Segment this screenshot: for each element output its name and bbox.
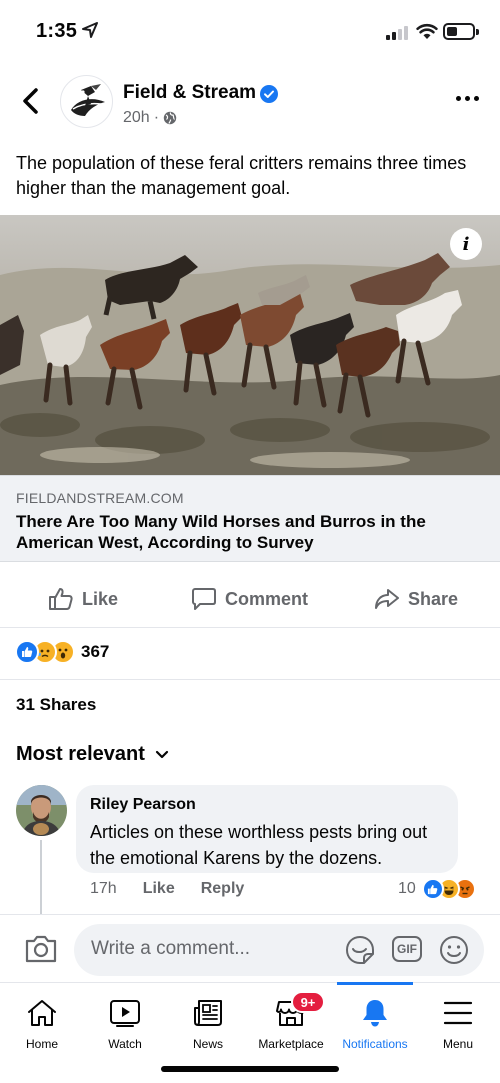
globe-icon — [163, 111, 177, 125]
sort-label: Most relevant — [16, 743, 145, 765]
reaction-count: 367 — [81, 642, 110, 661]
composer-divider — [0, 914, 500, 915]
news-icon — [194, 1000, 222, 1026]
location-arrow-icon — [82, 22, 98, 38]
tab-news-label: News — [192, 1037, 223, 1051]
tab-notifications[interactable]: Notifications — [333, 983, 417, 1063]
like-label: Like — [82, 588, 119, 609]
battery-icon — [443, 23, 479, 40]
tab-marketplace[interactable]: 9+ Marketplace — [249, 983, 333, 1063]
tab-menu-label: Menu — [442, 1037, 474, 1051]
menu-icon — [443, 1001, 473, 1025]
commenter-avatar[interactable] — [16, 785, 67, 836]
gif-button[interactable]: GIF — [392, 936, 422, 962]
back-button[interactable] — [18, 86, 44, 116]
commenter-photo — [16, 785, 67, 836]
actions-divider — [0, 627, 500, 628]
share-label: Share — [408, 588, 459, 609]
tab-marketplace-label: Marketplace — [258, 1037, 324, 1051]
thumbs-up-icon — [49, 588, 73, 610]
tab-watch-label: Watch — [108, 1037, 142, 1051]
reaction-summary[interactable]: 367 — [15, 640, 109, 664]
status-time: 1:35 — [36, 20, 78, 42]
cellular-signal-icon — [386, 26, 408, 40]
field-and-stream-logo — [71, 84, 105, 116]
tab-home[interactable]: Home — [0, 983, 84, 1063]
comment-bubble[interactable]: Riley Pearson Articles on these worthles… — [76, 785, 458, 873]
watch-icon — [110, 1000, 140, 1027]
link-title: There Are Too Many Wild Horses and Burro… — [16, 512, 426, 552]
comment-button[interactable]: Comment — [191, 587, 308, 611]
more-options-button[interactable] — [456, 96, 479, 101]
camera-icon[interactable] — [24, 933, 58, 965]
tab-news[interactable]: News — [166, 983, 250, 1063]
stats-divider — [0, 679, 500, 680]
comment-time: 17h — [90, 880, 117, 897]
comment-bubble-icon — [192, 588, 216, 610]
page-avatar[interactable] — [60, 75, 113, 128]
status-bar: 1:35 — [0, 0, 500, 62]
emoji-icon[interactable] — [438, 934, 470, 966]
comment-reaction-count: 10 — [398, 880, 416, 897]
post-meta: 20h · — [123, 109, 177, 127]
like-button[interactable]: Like — [48, 587, 118, 611]
wifi-icon — [416, 23, 438, 39]
comment-author[interactable]: Riley Pearson — [90, 796, 196, 814]
comment-input[interactable]: Write a comment... GIF — [74, 924, 484, 976]
comment-meta: 17h Like Reply — [90, 880, 244, 898]
tab-home-label: Home — [25, 1037, 58, 1051]
tab-menu[interactable]: Menu — [416, 983, 500, 1063]
bell-icon — [363, 1000, 387, 1027]
comment-text: Articles on these worthless pests bring … — [90, 822, 428, 868]
wild-horses-photo — [0, 215, 500, 475]
link-domain: FIELDANDSTREAM.COM — [16, 490, 184, 506]
home-icon — [28, 1000, 56, 1026]
sticker-icon[interactable] — [344, 934, 376, 966]
comment-like-button[interactable]: Like — [143, 880, 175, 898]
meta-separator: · — [153, 109, 160, 126]
ad-info-button[interactable]: i — [450, 228, 482, 260]
comment-reply-button[interactable]: Reply — [201, 880, 245, 898]
share-arrow-icon — [375, 589, 399, 609]
thread-line — [40, 840, 42, 914]
post-actions: Like Comment Share — [0, 577, 500, 625]
share-count[interactable]: 31 Shares — [16, 695, 96, 715]
chevron-down-icon — [155, 750, 169, 758]
comment-sort-dropdown[interactable]: Most relevant — [16, 743, 169, 766]
verified-badge-icon — [260, 85, 278, 103]
home-indicator — [161, 1066, 339, 1072]
tab-notifications-label: Notifications — [342, 1037, 408, 1051]
like-reaction-icon — [421, 878, 444, 900]
link-preview-image[interactable] — [0, 215, 500, 475]
like-reaction-icon — [15, 640, 39, 664]
tab-watch[interactable]: Watch — [83, 983, 167, 1063]
post-time[interactable]: 20h — [123, 109, 150, 127]
marketplace-badge: 9+ — [291, 991, 325, 1013]
post-text: The population of these feral critters r… — [16, 153, 467, 198]
comment-label: Comment — [225, 588, 309, 609]
comment-reactions[interactable]: 10 — [398, 878, 476, 900]
page-name[interactable]: Field & Stream — [123, 82, 256, 104]
share-button[interactable]: Share — [374, 587, 458, 611]
comment-placeholder: Write a comment... — [91, 938, 251, 959]
link-preview-box[interactable]: FIELDANDSTREAM.COM There Are Too Many Wi… — [0, 475, 500, 562]
